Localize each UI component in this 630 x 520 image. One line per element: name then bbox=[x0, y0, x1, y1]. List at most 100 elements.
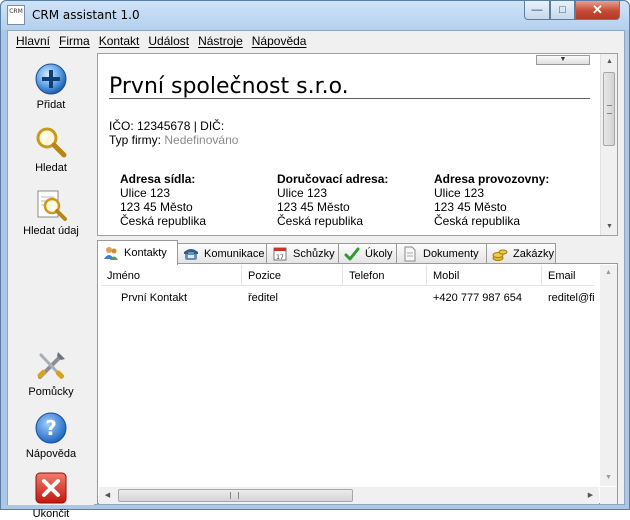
detail-dropdown-button[interactable]: ▼ bbox=[536, 55, 590, 65]
column-header[interactable]: Email bbox=[542, 265, 595, 286]
address-delivery: Doručovací adresa: Ulice 123 123 45 Měst… bbox=[277, 172, 388, 228]
tab-dokumenty[interactable]: Dokumenty bbox=[396, 243, 487, 264]
search-data-label: Hledat údaj bbox=[23, 225, 79, 237]
minimize-button[interactable]: — bbox=[524, 1, 550, 20]
scroll-thumb[interactable] bbox=[603, 72, 615, 146]
address-city: 123 45 Město bbox=[120, 200, 193, 214]
search-document-icon bbox=[37, 190, 67, 221]
maximize-button[interactable]: □ bbox=[550, 1, 575, 20]
add-button[interactable]: Přidat bbox=[8, 62, 94, 111]
scroll-up-icon[interactable]: ▲ bbox=[600, 265, 617, 281]
tab-schuzky[interactable]: 17 Schůzky bbox=[266, 243, 339, 264]
help-icon: ? bbox=[35, 412, 67, 444]
search-data-button[interactable]: Hledat údaj bbox=[8, 188, 94, 237]
scrollbar-corner bbox=[600, 487, 617, 504]
contacts-vertical-scrollbar[interactable]: ▲ ▼ bbox=[600, 265, 617, 486]
address-city: 123 45 Město bbox=[434, 200, 507, 214]
scroll-right-icon[interactable]: ▶ bbox=[582, 487, 599, 504]
company-type: Typ firmy: Nedefinováno bbox=[109, 133, 238, 147]
main-area: ▼ První společnost s.r.o. IČO: 12345678 … bbox=[97, 53, 618, 504]
tab-ukoly[interactable]: Úkoly bbox=[338, 243, 397, 264]
address-heading: Doručovací adresa: bbox=[277, 172, 389, 186]
address-country: Česká republika bbox=[434, 214, 521, 228]
company-ids: IČO: 12345678 | DIČ: bbox=[109, 119, 225, 133]
detail-vertical-scrollbar[interactable]: ▲ ▼ bbox=[600, 54, 617, 235]
address-street: Ulice 123 bbox=[277, 186, 328, 200]
company-name-rule bbox=[109, 98, 590, 99]
tab-zakazky[interactable]: Zakázky bbox=[486, 243, 556, 264]
address-heading: Adresa provozovny: bbox=[434, 172, 550, 186]
search-button[interactable]: Hledat bbox=[8, 125, 94, 174]
tab-kontakty[interactable]: Kontakty bbox=[97, 240, 178, 265]
scroll-down-icon[interactable]: ▼ bbox=[601, 219, 618, 235]
menu-firma[interactable]: Firma bbox=[59, 34, 90, 48]
menu-napoveda[interactable]: Nápověda bbox=[252, 34, 307, 48]
tools-icon bbox=[37, 352, 65, 379]
cell-mobile: +420 777 987 654 bbox=[433, 291, 523, 304]
contacts-horizontal-scrollbar[interactable]: ◀ ▶ bbox=[99, 487, 599, 504]
side-toolbar: Přidat Hledat Hledat údaj Pomůcky ? Nápo… bbox=[8, 53, 94, 520]
window-title: CRM assistant 1.0 bbox=[32, 8, 140, 22]
svg-text:17: 17 bbox=[276, 254, 284, 261]
minimize-icon: — bbox=[531, 4, 543, 16]
menu-kontakt[interactable]: Kontakt bbox=[99, 34, 140, 48]
add-icon bbox=[35, 63, 67, 95]
search-icon bbox=[36, 127, 67, 158]
tab-label: Kontakty bbox=[124, 247, 167, 259]
tab-label: Komunikace bbox=[204, 248, 265, 260]
contacts-panel: Jméno Pozice Telefon Mobil Email První K… bbox=[97, 263, 618, 504]
close-icon: ✕ bbox=[592, 2, 603, 17]
cell-position: ředitel bbox=[248, 291, 278, 304]
close-button[interactable]: ✕ bbox=[575, 1, 620, 20]
column-header[interactable]: Telefon bbox=[343, 265, 427, 286]
contacts-icon bbox=[104, 247, 118, 260]
tab-label: Schůzky bbox=[293, 248, 335, 260]
search-label: Hledat bbox=[35, 162, 67, 174]
menu-bar: Hlavní Firma Kontakt Událost Nástroje Ná… bbox=[8, 31, 624, 51]
address-operation: Adresa provozovny: Ulice 123 123 45 Měst… bbox=[434, 172, 549, 228]
address-street: Ulice 123 bbox=[434, 186, 485, 200]
scroll-up-icon[interactable]: ▲ bbox=[601, 54, 618, 70]
address-heading: Adresa sídla: bbox=[120, 172, 196, 186]
tools-label: Pomůcky bbox=[28, 386, 74, 398]
help-button[interactable]: ? Nápověda bbox=[8, 411, 94, 460]
scroll-down-icon[interactable]: ▼ bbox=[600, 470, 617, 486]
column-header[interactable]: Jméno bbox=[101, 265, 242, 286]
table-row[interactable]: První Kontakt ředitel +420 777 987 654 r… bbox=[101, 287, 595, 307]
company-name: První společnost s.r.o. bbox=[109, 74, 349, 99]
menu-nastroje[interactable]: Nástroje bbox=[198, 34, 243, 48]
app-window: CRM CRM assistant 1.0 — □ ✕ Hlavní Firma… bbox=[0, 0, 630, 520]
cell-email: reditel@firma bbox=[548, 291, 595, 304]
scroll-left-icon[interactable]: ◀ bbox=[99, 487, 116, 504]
company-detail-panel: ▼ První společnost s.r.o. IČO: 12345678 … bbox=[97, 53, 618, 236]
maximize-icon: □ bbox=[559, 4, 566, 16]
address-city: 123 45 Město bbox=[277, 200, 350, 214]
column-header[interactable]: Mobil bbox=[427, 265, 542, 286]
column-header[interactable]: Pozice bbox=[242, 265, 343, 286]
coins-icon bbox=[492, 249, 508, 261]
exit-icon bbox=[35, 472, 67, 504]
add-label: Přidat bbox=[36, 99, 66, 111]
phone-icon bbox=[184, 249, 198, 260]
tab-label: Úkoly bbox=[365, 248, 393, 260]
company-type-label: Typ firmy: bbox=[109, 133, 162, 147]
cell-phone bbox=[343, 287, 427, 308]
horizontal-scroll-thumb[interactable] bbox=[118, 489, 353, 502]
tab-label: Zakázky bbox=[513, 248, 554, 260]
help-label: Nápověda bbox=[25, 448, 77, 460]
calendar-icon: 17 bbox=[273, 247, 287, 261]
svg-text:?: ? bbox=[45, 416, 57, 440]
cell-name: První Kontakt bbox=[121, 291, 188, 304]
tools-button[interactable]: Pomůcky bbox=[8, 349, 94, 398]
exit-button[interactable]: Ukončit bbox=[8, 471, 94, 520]
check-icon bbox=[344, 247, 360, 261]
app-icon-text: CRM bbox=[9, 8, 23, 15]
tab-label: Dokumenty bbox=[423, 248, 479, 260]
document-icon bbox=[404, 246, 416, 262]
company-type-value: Nedefinováno bbox=[164, 133, 239, 147]
title-bar[interactable]: CRM CRM assistant 1.0 — □ ✕ bbox=[1, 1, 629, 30]
address-country: Česká republika bbox=[277, 214, 364, 228]
tab-komunikace[interactable]: Komunikace bbox=[177, 243, 267, 264]
menu-hlavni[interactable]: Hlavní bbox=[16, 34, 50, 48]
menu-udalost[interactable]: Událost bbox=[148, 34, 189, 48]
